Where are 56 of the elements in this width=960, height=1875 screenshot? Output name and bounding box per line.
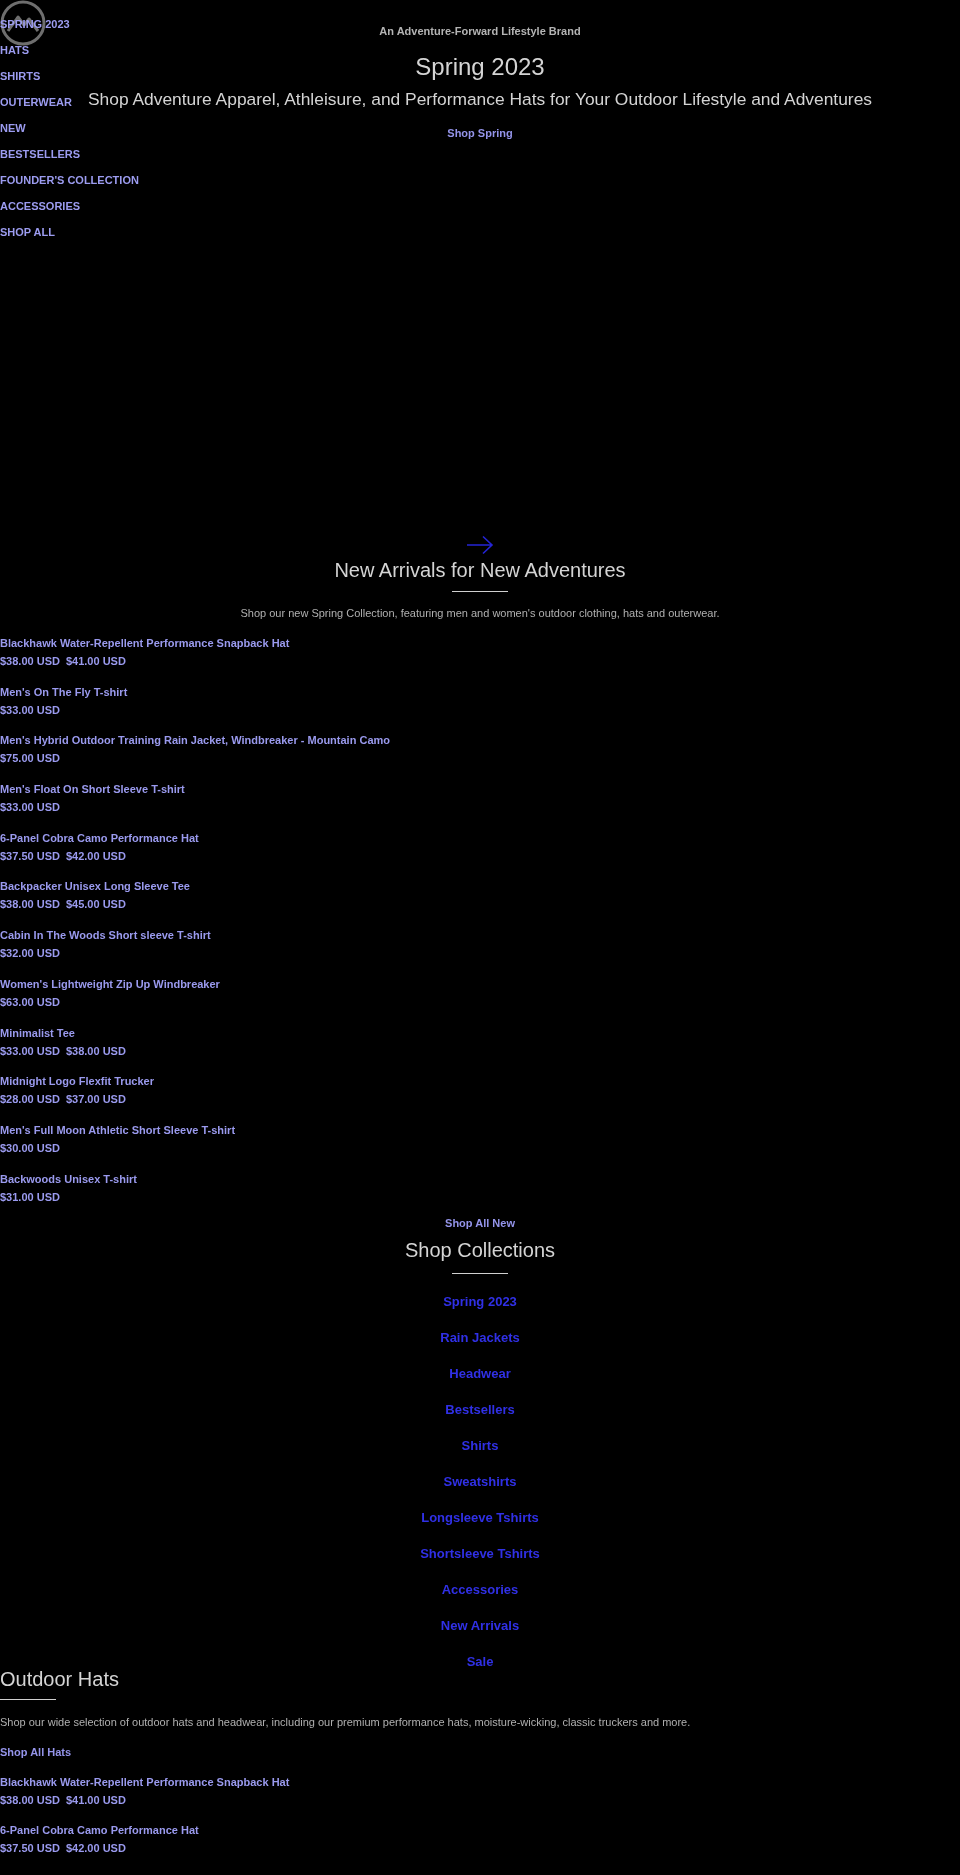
nav-link[interactable]: SHOP ALL [0,225,55,239]
compare-at-price: $37.00 USD [65,1092,126,1108]
hero-title: Spring 2023 [415,53,545,81]
product-title-link[interactable]: Blackhawk Water-Repellent Performance Snapback Hat [0,634,290,652]
product-title-link[interactable]: Men's On The Fly T-shirt [0,682,128,701]
nav-link[interactable]: HATS [0,43,30,57]
shop-link[interactable]: Shop Spring [447,126,513,140]
product-title-link[interactable]: 6-Panel Cobra Camo Performance Hat [0,1820,199,1839]
compare-at-price: $42.00 USD [65,848,126,864]
nav-link[interactable]: SPRING 2023 [0,17,70,31]
compare-at-price: $45.00 USD [65,897,126,913]
product-price: $38.00 USD [0,654,60,669]
product-title-link[interactable]: Midnight Logo Flexfit Trucker [0,1072,154,1091]
section-description: Shop our new Spring Collection, featuring men and women's outdoor clothing, hats and outerwear. [240,606,720,620]
shop-all-link[interactable]: Shop All New [445,1215,515,1230]
product-price: $33.00 USD [0,1043,60,1059]
nav-link[interactable]: NEW [0,121,26,135]
product-title-link[interactable]: Minimalist Tee [0,1023,75,1042]
compare-at-price: $38.00 USD [65,1043,126,1059]
product-price: $28.00 USD [0,1092,60,1108]
product-price: $37.50 USD [0,848,60,864]
nav-link[interactable]: SHIRTS [0,69,41,83]
product-price: $33.00 USD [0,702,60,718]
product-title-link[interactable]: 6-Panel Cobra Camo Performance Hat [0,828,199,847]
product-title-link[interactable]: Men's Hybrid Outdoor Training Rain Jacket, Windbreaker - Mountain Camo [0,731,390,750]
nav-link[interactable]: BESTSELLERS [0,147,81,161]
product-title-link[interactable]: Backwoods Unisex T-shirt [0,1169,137,1188]
nav-link[interactable]: OUTERWEAR [0,95,72,109]
shop-all-link[interactable]: Shop All Hats [0,1744,72,1759]
product-title-link[interactable]: Women's Lightweight Zip Up Windbreaker [0,974,220,993]
nav-link[interactable]: ACCESSORIES [0,199,81,213]
product-title-link[interactable]: Blackhawk Water-Repellent Performance Snapback Hat [0,1772,290,1791]
product-price: $38.00 USD [0,1792,60,1808]
product-price: $38.00 USD [0,897,60,913]
compare-at-price: $41.00 USD [65,654,126,669]
section-description: Shop our wide selection of outdoor hats and headwear, including our premium performance hats, moisture-wicking, classic truckers and more. [0,1714,691,1729]
section-heading: New Arrivals for New Adventures [334,558,626,582]
product-price: $63.00 USD [0,994,60,1010]
product-price: $31.00 USD [0,1189,60,1205]
product-title-link[interactable]: Men's Float On Short Sleeve T-shirt [0,780,185,799]
product-price: $30.00 USD [0,1140,60,1156]
product-price: $33.00 USD [0,800,60,816]
product-title-link[interactable]: Men's Full Moon Athletic Short Sleeve T-shirt [0,1120,236,1139]
product-title-link[interactable]: Cabin In The Woods Short sleeve T-shirt [0,926,211,945]
product-price: $32.00 USD [0,946,60,962]
nav-link[interactable]: FOUNDER'S COLLECTION [0,173,139,187]
section-heading: Shop Collections [404,1237,556,1262]
compare-at-price: $42.00 USD [65,1840,126,1856]
section-heading: Outdoor Hats [0,1668,119,1689]
compare-at-price: $41.00 USD [65,1792,126,1808]
brand-tagline: An Adventure-Forward Lifestyle Brand [379,24,581,38]
mountain-logo-icon[interactable] [0,0,46,46]
product-title-link[interactable]: Backpacker Unisex Long Sleeve Tee [0,877,190,896]
product-price: $37.50 USD [0,1840,60,1856]
hero-subtitle: Shop Adventure Apparel, Athleisure, and Performance Hats for Your Outdoor Lifestyle and Adventures [87,88,872,111]
product-price: $75.00 USD [0,751,60,767]
